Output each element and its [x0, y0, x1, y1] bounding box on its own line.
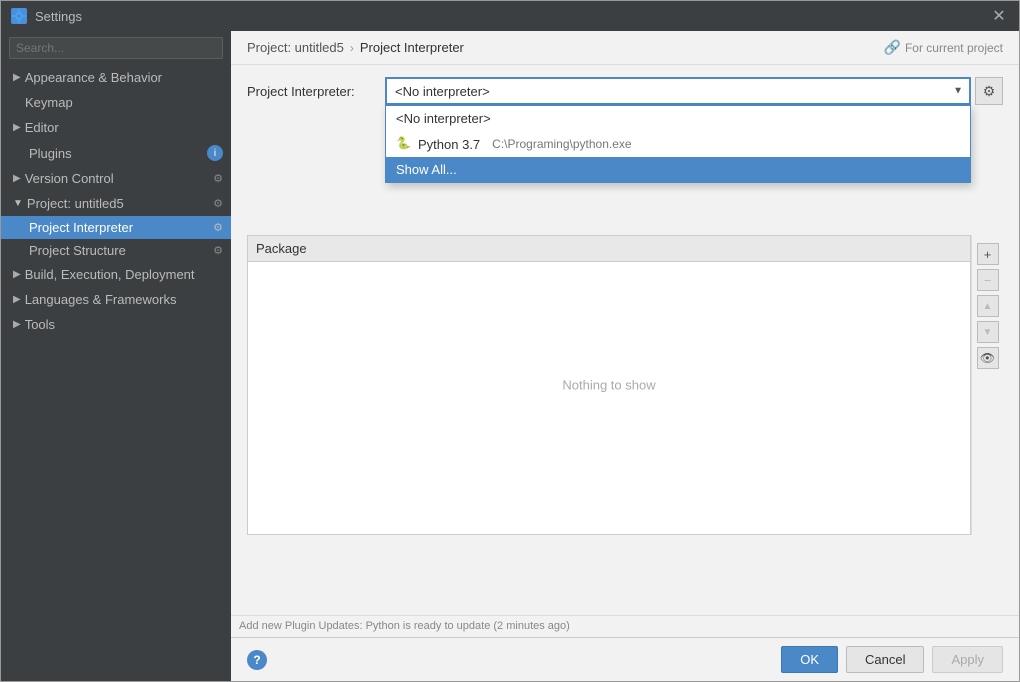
empty-message: Nothing to show: [562, 378, 655, 393]
breadcrumb-project: Project: untitled5: [247, 40, 344, 55]
for-current-project: 🔗 For current project: [884, 39, 1003, 56]
sidebar-item-version-control[interactable]: ▶ Version Control ⚙: [1, 166, 231, 191]
table-container: Package Nothing to show: [247, 235, 971, 535]
arrow-icon: ▶: [13, 294, 21, 305]
sidebar-item-label: Version Control: [25, 171, 114, 186]
dialog-body: ▶ Appearance & Behavior Keymap ▶ Editor …: [1, 31, 1019, 681]
dropdown-option-no-interpreter[interactable]: <No interpreter>: [386, 106, 970, 131]
option-label: Python 3.7: [418, 137, 480, 152]
dropdown-option-python37[interactable]: 🐍 Python 3.7 C:\Programing\python.exe: [386, 131, 970, 157]
sidebar-item-label: Languages & Frameworks: [25, 292, 177, 307]
arrow-icon: ▶: [13, 269, 21, 280]
sidebar-item-label: Project Interpreter: [29, 220, 133, 235]
arrow-icon: ▶: [13, 319, 21, 330]
dropdown-popup: <No interpreter> 🐍 Python 3.7 C:\Program…: [385, 105, 971, 183]
title-bar-left: Settings: [11, 8, 82, 24]
option-label: Show All...: [396, 162, 457, 177]
selected-value: <No interpreter>: [395, 84, 490, 99]
sidebar-item-label: Appearance & Behavior: [25, 70, 162, 85]
sidebar-item-build[interactable]: ▶ Build, Execution, Deployment: [1, 262, 231, 287]
interpreter-dropdown-wrapper: <No interpreter> ▼ <No interpreter> 🐍: [385, 77, 971, 105]
option-label: <No interpreter>: [396, 111, 491, 126]
arrow-icon: ▶: [13, 173, 21, 184]
sidebar-item-plugins[interactable]: Plugins i: [1, 140, 231, 166]
arrow-icon: ▶: [13, 122, 21, 133]
add-package-button[interactable]: +: [977, 243, 999, 265]
arrow-icon: ▶: [13, 72, 21, 83]
status-bar: Add new Plugin Updates: Python is ready …: [231, 615, 1019, 637]
interpreter-label: Project Interpreter:: [247, 84, 377, 99]
version-control-icon: ⚙: [213, 172, 223, 185]
sidebar-item-editor[interactable]: ▶ Editor: [1, 115, 231, 140]
search-box: [1, 31, 231, 65]
structure-icon: ⚙: [213, 244, 223, 257]
breadcrumb-bar: Project: untitled5 › Project Interpreter…: [231, 31, 1019, 65]
ok-button[interactable]: OK: [781, 646, 838, 673]
interpreter-row: Project Interpreter: <No interpreter> ▼ …: [247, 77, 1003, 105]
interpreter-icon: ⚙: [213, 221, 223, 234]
interpreter-settings-button[interactable]: ⚙: [975, 77, 1003, 105]
title-bar: Settings ✕: [1, 1, 1019, 31]
python-icon: 🐍: [396, 136, 412, 152]
sidebar-item-label: Build, Execution, Deployment: [25, 267, 195, 282]
for-current-text: For current project: [905, 41, 1003, 55]
title-text: Settings: [35, 9, 82, 24]
sidebar-item-label: Plugins: [29, 146, 72, 161]
status-text: Add new Plugin Updates: Python is ready …: [239, 620, 570, 632]
dropdown-container: <No interpreter> ▼ <No interpreter> 🐍: [385, 77, 971, 105]
settings-dialog: Settings ✕ ▶ Appearance & Behavior Keyma…: [0, 0, 1020, 682]
sidebar-item-label: Project Structure: [29, 243, 126, 258]
plugins-badge: i: [207, 145, 223, 161]
sidebar-item-languages[interactable]: ▶ Languages & Frameworks: [1, 287, 231, 312]
interpreter-dropdown[interactable]: <No interpreter>: [385, 77, 971, 105]
sidebar-item-project-structure[interactable]: Project Structure ⚙: [1, 239, 231, 262]
link-icon: 🔗: [884, 39, 901, 56]
cancel-button[interactable]: Cancel: [846, 646, 924, 673]
python-path: C:\Programing\python.exe: [492, 137, 631, 151]
sidebar-item-label: Project: untitled5: [27, 196, 124, 211]
sidebar-item-tools[interactable]: ▶ Tools: [1, 312, 231, 337]
search-input[interactable]: [9, 37, 223, 59]
dropdown-option-show-all[interactable]: Show All...: [386, 157, 970, 182]
sidebar-item-label: Editor: [25, 120, 59, 135]
packages-table: Package Nothing to show: [247, 235, 971, 535]
breadcrumb-separator: ›: [350, 41, 354, 55]
help-button[interactable]: ?: [247, 650, 267, 670]
breadcrumb-current: Project Interpreter: [360, 40, 464, 55]
content-area: Project Interpreter: <No interpreter> ▼ …: [231, 65, 1019, 615]
sidebar: ▶ Appearance & Behavior Keymap ▶ Editor …: [1, 31, 231, 681]
main-content: Project: untitled5 › Project Interpreter…: [231, 31, 1019, 681]
close-button[interactable]: ✕: [989, 6, 1009, 26]
sidebar-item-project[interactable]: ▼ Project: untitled5 ⚙: [1, 191, 231, 216]
sidebar-item-label: Keymap: [25, 95, 73, 110]
sidebar-item-appearance[interactable]: ▶ Appearance & Behavior: [1, 65, 231, 90]
remove-package-button[interactable]: −: [977, 269, 999, 291]
settings-app-icon: [11, 8, 27, 24]
footer: ? OK Cancel Apply: [231, 637, 1019, 681]
apply-button[interactable]: Apply: [932, 646, 1003, 673]
sidebar-item-keymap[interactable]: Keymap: [1, 90, 231, 115]
table-section: Package Nothing to show + − ▲ ▼ 👁: [247, 235, 1003, 535]
up-button[interactable]: ▲: [977, 295, 999, 317]
right-side-panel: + − ▲ ▼ 👁: [971, 235, 1003, 535]
sidebar-item-project-interpreter[interactable]: Project Interpreter ⚙: [1, 216, 231, 239]
table-header: Package: [248, 236, 970, 262]
project-icon: ⚙: [213, 197, 223, 210]
arrow-down-icon: ▼: [13, 198, 23, 209]
sidebar-item-label: Tools: [25, 317, 55, 332]
package-column-header: Package: [256, 241, 307, 256]
eye-button[interactable]: 👁: [977, 347, 999, 369]
down-button[interactable]: ▼: [977, 321, 999, 343]
